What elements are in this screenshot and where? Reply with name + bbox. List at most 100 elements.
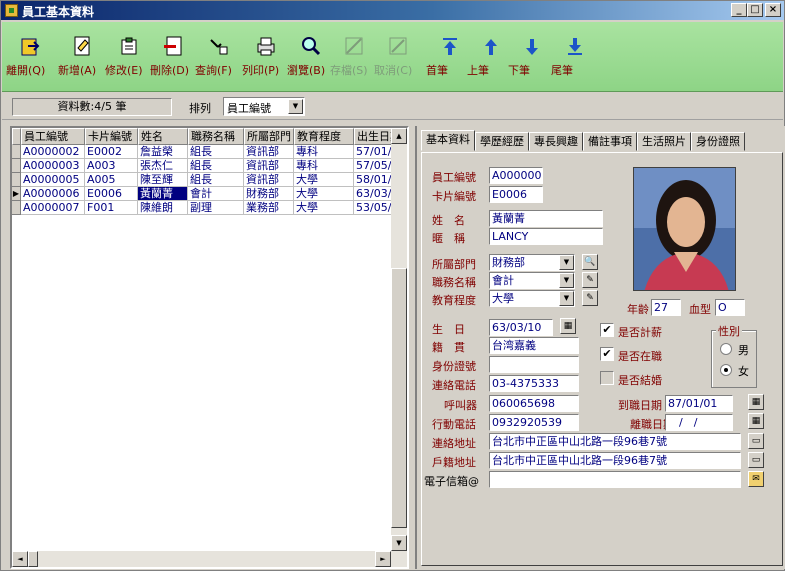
minimize-button[interactable]: _: [731, 3, 747, 17]
table-cell[interactable]: 專科: [294, 159, 354, 173]
tab-0[interactable]: 基本資料: [421, 130, 475, 151]
scroll-up-icon[interactable]: ▲: [391, 128, 407, 144]
table-row[interactable]: A0000005 A005 陳至輝 組長 資訊部 大學 58/01/0: [12, 173, 402, 187]
reg-address-field[interactable]: 台北市中正區中山北路一段96巷7號: [489, 452, 741, 469]
lookup-icon[interactable]: 🔍: [582, 254, 598, 270]
salary-checkbox[interactable]: ✔: [600, 323, 614, 337]
table-cell[interactable]: 黃蘭菁: [138, 187, 188, 201]
lookup-icon[interactable]: ✎: [582, 290, 598, 306]
male-radio[interactable]: [720, 343, 732, 355]
vertical-scrollbar[interactable]: ▲ ▼: [391, 128, 407, 567]
address-field[interactable]: 台北市中正區中山北路一段96巷7號: [489, 433, 741, 450]
table-cell[interactable]: 組長: [188, 173, 244, 187]
tab-1[interactable]: 學歷經歷: [475, 132, 529, 151]
column-header[interactable]: 姓名: [138, 128, 188, 145]
scroll-left-icon[interactable]: ◄: [12, 551, 28, 567]
column-header[interactable]: 所屬部門: [244, 128, 294, 145]
chevron-down-icon[interactable]: ▼: [288, 99, 303, 114]
table-cell[interactable]: A0000007: [21, 201, 85, 215]
table-cell[interactable]: 陳維朗: [138, 201, 188, 215]
sort-select[interactable]: 員工編號 ▼: [223, 97, 305, 116]
table-cell[interactable]: 資訊部: [244, 159, 294, 173]
table-cell[interactable]: E0006: [85, 187, 138, 201]
table-cell[interactable]: 陳至輝: [138, 173, 188, 187]
table-cell[interactable]: 組長: [188, 159, 244, 173]
start-date-field[interactable]: 87/01/01: [665, 395, 733, 412]
employee-grid[interactable]: 員工編號 卡片編號 姓名 職務名稱 所屬部門 教育程度 出生日期 A0000002 E0002…: [10, 126, 409, 569]
id-field[interactable]: [489, 356, 579, 373]
pager-field[interactable]: 060065698: [489, 395, 579, 412]
table-cell[interactable]: 副理: [188, 201, 244, 215]
email-field[interactable]: [489, 471, 741, 488]
table-cell[interactable]: 大學: [294, 187, 354, 201]
table-cell[interactable]: A0000003: [21, 159, 85, 173]
close-button[interactable]: ×: [765, 3, 781, 17]
table-cell[interactable]: 組長: [188, 145, 244, 159]
table-cell[interactable]: A0000002: [21, 145, 85, 159]
table-cell[interactable]: 大學: [294, 201, 354, 215]
table-cell[interactable]: A0000005: [21, 173, 85, 187]
table-cell[interactable]: A003: [85, 159, 138, 173]
scroll-down-icon[interactable]: ▼: [391, 535, 407, 551]
table-cell[interactable]: 大學: [294, 173, 354, 187]
table-cell[interactable]: 業務部: [244, 201, 294, 215]
chevron-down-icon[interactable]: ▼: [559, 255, 574, 270]
calendar-icon[interactable]: ▦: [560, 318, 576, 334]
address-icon[interactable]: ▭: [748, 452, 764, 468]
scroll-right-icon[interactable]: ►: [375, 551, 391, 567]
tab-4[interactable]: 生活照片: [637, 132, 691, 151]
scroll-thumb[interactable]: [391, 268, 407, 528]
toolbar-button-browse[interactable]: 瀏覽(B): [287, 22, 335, 92]
name-field[interactable]: 黃蘭菁: [489, 210, 603, 227]
toolbar-button-exit[interactable]: 離開(Q): [6, 22, 54, 92]
birth-field[interactable]: 63/03/10: [489, 319, 553, 336]
native-field[interactable]: 台湾嘉義: [489, 337, 579, 354]
table-cell[interactable]: F001: [85, 201, 138, 215]
hscroll-thumb[interactable]: [28, 551, 38, 567]
table-cell[interactable]: A0000006: [21, 187, 85, 201]
calendar-icon[interactable]: ▦: [748, 413, 764, 429]
table-row[interactable]: ▶ A0000006 E0006 黃蘭菁 會計 財務部 大學 63/03/1: [12, 187, 402, 201]
address-icon[interactable]: ▭: [748, 433, 764, 449]
column-header[interactable]: 員工編號: [21, 128, 85, 145]
column-header[interactable]: 教育程度: [294, 128, 354, 145]
table-cell[interactable]: E0002: [85, 145, 138, 159]
leave-date-field[interactable]: / /: [665, 414, 733, 431]
nick-field[interactable]: LANCY: [489, 228, 603, 245]
mobile-field[interactable]: 0932920539: [489, 414, 579, 431]
table-cell[interactable]: 資訊部: [244, 173, 294, 187]
table-row[interactable]: A0000007 F001 陳維朗 副理 業務部 大學 53/05/3: [12, 201, 402, 215]
emp-no-field[interactable]: A0000006: [489, 167, 543, 184]
toolbar-button-print[interactable]: 列印(P): [242, 22, 290, 92]
column-header[interactable]: 職務名稱: [188, 128, 244, 145]
table-cell[interactable]: A005: [85, 173, 138, 187]
tab-5[interactable]: 身份證照: [691, 132, 745, 151]
table-row[interactable]: A0000002 E0002 詹益榮 組長 資訊部 專科 57/01/0: [12, 145, 402, 159]
toolbar-button-save[interactable]: 存檔(S): [330, 22, 378, 92]
table-cell[interactable]: 資訊部: [244, 145, 294, 159]
married-checkbox[interactable]: [600, 371, 614, 385]
table-cell[interactable]: 張杰仁: [138, 159, 188, 173]
table-row[interactable]: A0000003 A003 張杰仁 組長 資訊部 專科 57/05/0: [12, 159, 402, 173]
column-header[interactable]: 卡片編號: [85, 128, 138, 145]
table-cell[interactable]: 專科: [294, 145, 354, 159]
toolbar-button-next-record[interactable]: 下筆: [508, 22, 556, 92]
table-cell[interactable]: 會計: [188, 187, 244, 201]
chevron-down-icon[interactable]: ▼: [559, 291, 574, 306]
active-checkbox[interactable]: ✔: [600, 347, 614, 361]
table-cell[interactable]: 詹益榮: [138, 145, 188, 159]
female-radio[interactable]: [720, 364, 732, 376]
toolbar-button-new[interactable]: 新增(A): [58, 22, 106, 92]
card-no-field[interactable]: E0006: [489, 186, 543, 203]
phone-field[interactable]: 03-4375333: [489, 375, 579, 392]
blood-field[interactable]: O: [715, 299, 745, 316]
age-field[interactable]: 27: [651, 299, 681, 316]
toolbar-button-cancel[interactable]: 取消(C): [374, 22, 422, 92]
lookup-icon[interactable]: ✎: [582, 272, 598, 288]
horizontal-scrollbar[interactable]: ◄ ►: [12, 551, 391, 567]
tab-2[interactable]: 專長興趣: [529, 132, 583, 151]
chevron-down-icon[interactable]: ▼: [559, 273, 574, 288]
maximize-button[interactable]: □: [747, 3, 763, 17]
toolbar-button-delete[interactable]: 刪除(D): [150, 22, 198, 92]
toolbar-button-last-record[interactable]: 尾筆: [551, 22, 599, 92]
